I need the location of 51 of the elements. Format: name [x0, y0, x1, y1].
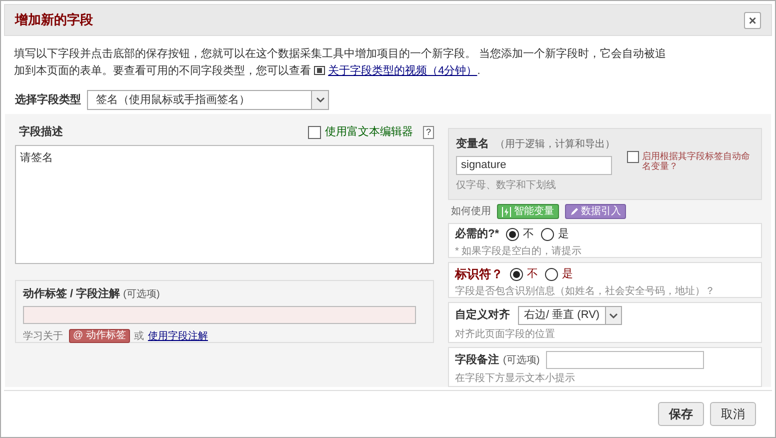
- option-label: 是: [558, 227, 569, 242]
- video-link[interactable]: 关于字段类型的视频（4分钟）: [328, 65, 478, 77]
- field-note-field[interactable]: [546, 351, 704, 369]
- checkbox-label: 使用富文本编辑器: [325, 124, 413, 140]
- variable-name-field[interactable]: signature: [456, 156, 612, 174]
- or-label: 或: [134, 330, 144, 344]
- field-label: 必需的?*: [455, 226, 499, 242]
- alignment-select[interactable]: 右边/ 垂直 (RV): [518, 306, 622, 325]
- field-annotation-link[interactable]: 使用字段注解: [148, 328, 208, 344]
- film-icon: [314, 66, 326, 75]
- hint-text: 字段是否包含识别信息（如姓名，社会安全号码，地址）？: [455, 284, 716, 299]
- pencil-icon: [570, 207, 579, 216]
- intro-text: 填写以下字段并点击底部的保存按钮，您就可以在这个数据采集工具中增加项目的一个新字段。 当您添加一个新字段时，它会自动被追加到本页面的表单。要查看可用的不同字段类型，您可以查看 关于字段类型的视频（4分钟）.: [14, 46, 668, 79]
- option-label: 不: [527, 266, 538, 282]
- radio-button[interactable]: [541, 228, 554, 241]
- how-to-use-label: 如何使用: [451, 205, 491, 220]
- field-label: 标识符？: [455, 266, 503, 283]
- radio-button[interactable]: [506, 228, 519, 241]
- hint-text: 仅字母、数字和下划线: [456, 178, 557, 192]
- field-label: 字段描述: [19, 124, 63, 140]
- option-label: 是: [562, 266, 573, 282]
- cancel-button[interactable]: 取消: [710, 402, 756, 426]
- learn-label: 学习关于: [23, 330, 63, 344]
- field-label: 选择字段类型: [15, 92, 81, 108]
- rich-text-checkbox[interactable]: [308, 126, 321, 138]
- variable-note: （用于逻辑，计算和导出）: [495, 138, 615, 152]
- bolt-icon: [502, 206, 511, 217]
- caret-icon: [311, 91, 328, 109]
- caret-icon: [605, 307, 621, 324]
- field-label: 字段备注: [455, 352, 499, 368]
- close-button[interactable]: ×: [744, 12, 761, 28]
- option-label: 不: [523, 227, 534, 242]
- radio-button[interactable]: [510, 268, 523, 280]
- field-label: 变量名: [456, 136, 489, 152]
- optional-note: (可选项): [503, 354, 540, 368]
- field-label: 自定义对齐: [455, 308, 510, 324]
- field-label: 动作标签 / 字段注解: [23, 286, 120, 302]
- hint-text: 在字段下方显示文本小提示: [455, 372, 576, 386]
- auto-name-checkbox[interactable]: [627, 151, 639, 163]
- help-button[interactable]: ?: [423, 126, 434, 138]
- field-type-select[interactable]: 签名（使用鼠标或手指画签名）: [87, 90, 329, 110]
- optional-note: (可选项): [123, 288, 160, 302]
- hint-text: 对齐此页面字段的位置: [455, 328, 556, 342]
- description-field[interactable]: 请签名: [15, 145, 434, 264]
- checkbox-label: 启用根据其字段标签自动命名变量？: [642, 151, 751, 171]
- dialog-title: 增加新的字段: [15, 11, 93, 30]
- radio-button[interactable]: [545, 268, 558, 280]
- action-tags-button[interactable]: @ 动作标签: [69, 329, 130, 343]
- hint-text: * 如果字段是空白的，请提示: [455, 244, 583, 258]
- action-tags-field[interactable]: [23, 306, 416, 324]
- save-button[interactable]: 保存: [658, 402, 704, 426]
